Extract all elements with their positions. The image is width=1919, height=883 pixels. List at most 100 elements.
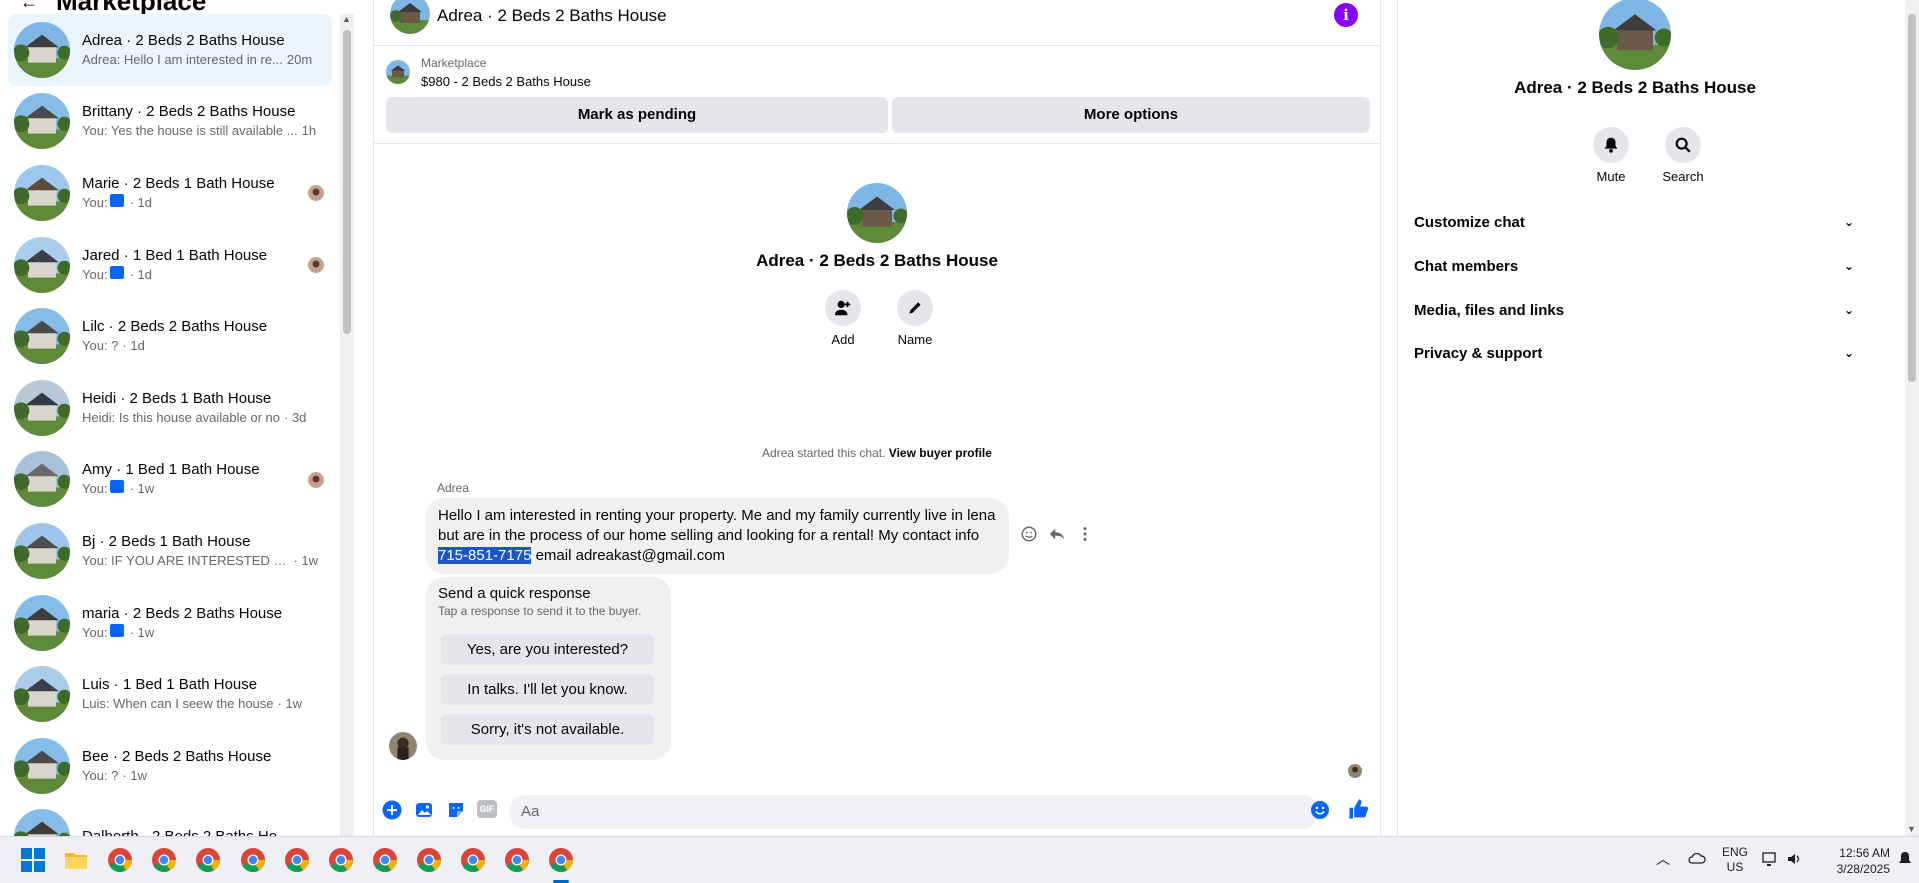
gif-icon[interactable]: GIF — [477, 800, 499, 820]
sticker-icon[interactable] — [446, 800, 466, 820]
chat-header-title[interactable]: Adrea · 2 Beds 2 Baths House — [437, 6, 667, 26]
conversation-item[interactable]: Jared · 1 Bed 1 Bath House You: · 1d — [8, 229, 332, 301]
scroll-down-icon[interactable]: ▼ — [1907, 824, 1916, 834]
quick-response-option[interactable]: Yes, are you interested? — [441, 634, 654, 665]
conversation-item[interactable]: Bj · 2 Beds 1 Bath House You: IF YOU ARE … — [8, 515, 332, 587]
clock[interactable]: 12:56 AM 3/28/2025 — [1820, 845, 1890, 877]
scroll-up-icon[interactable]: ▲ — [342, 14, 351, 24]
conversation-time: · 3d — [284, 409, 307, 425]
section-label: Customize chat — [1414, 213, 1525, 231]
listing-thumbnail[interactable] — [386, 60, 410, 84]
media-files-links-section[interactable]: Media, files and links ⌄ — [1414, 288, 1854, 332]
chrome-browser-icon[interactable] — [195, 847, 221, 873]
chat-members-section[interactable]: Chat members ⌄ — [1414, 244, 1854, 288]
conversation-item[interactable]: Lilc · 2 Beds 2 Baths House You: ? · 1d — [8, 300, 332, 372]
chrome-browser-icon[interactable] — [151, 847, 177, 873]
conversation-name: Dalberth · 2 Beds 2 Baths Ho... — [82, 827, 318, 836]
seen-avatar — [308, 185, 324, 202]
profile-name: Adrea · 2 Beds 2 Baths House — [756, 251, 998, 270]
chrome-browser-icon[interactable] — [504, 847, 530, 873]
conversation-name: Jared · 1 Bed 1 Bath House — [82, 246, 268, 264]
search-button[interactable]: Search — [1653, 127, 1713, 184]
conversation-text: Dalberth · 2 Beds 2 Baths Ho... — [82, 827, 318, 836]
windows-start-icon[interactable] — [20, 847, 46, 873]
conversation-item[interactable]: Dalberth · 2 Beds 2 Baths Ho... — [8, 802, 332, 836]
conversation-item[interactable]: Heidi · 2 Beds 1 Bath House Heidi: Is thi… — [8, 372, 332, 444]
conversation-item[interactable]: Marie · 2 Beds 1 Bath House You: · 1d — [8, 157, 332, 229]
name-chat-button[interactable]: Name — [885, 290, 945, 347]
chrome-browser-icon[interactable] — [460, 847, 486, 873]
chrome-browser-icon[interactable] — [284, 847, 310, 873]
message-phone[interactable]: 715-851-7175 — [438, 547, 532, 564]
conversation-preview: You: ? · 1w — [82, 767, 318, 785]
mark-as-pending-button[interactable]: Mark as pending — [386, 97, 888, 133]
view-buyer-profile-link[interactable]: View buyer profile — [889, 446, 992, 460]
conversation-avatar — [14, 379, 70, 436]
seen-avatar — [308, 471, 324, 488]
message-input[interactable]: Aa — [509, 795, 1319, 829]
listing-title[interactable]: $980 - 2 Beds 2 Baths House — [421, 74, 591, 89]
quick-response-option[interactable]: Sorry, it's not available. — [441, 714, 654, 745]
onedrive-icon[interactable] — [1688, 851, 1706, 868]
more-options-button[interactable]: More options — [892, 97, 1370, 133]
buyer-avatar[interactable] — [389, 732, 417, 760]
conversation-time: · 1d — [129, 266, 152, 282]
mute-button[interactable]: Mute — [1581, 127, 1641, 184]
emoji-icon[interactable] — [1310, 800, 1330, 820]
conversation-item[interactable]: maria · 2 Beds 2 Baths House You: · 1w — [8, 587, 332, 659]
details-avatar[interactable] — [1599, 0, 1671, 70]
add-member-button[interactable]: Add — [813, 290, 873, 347]
search-label: Search — [1662, 169, 1704, 184]
chrome-browser-icon[interactable] — [240, 847, 266, 873]
conversation-item[interactable]: Brittany · 2 Beds 2 Baths House You: Yes … — [8, 86, 332, 158]
file-explorer-icon[interactable] — [63, 847, 89, 873]
volume-icon[interactable] — [1786, 851, 1804, 870]
conversation-item[interactable]: Adrea · 2 Beds 2 Baths House Adrea: Hello… — [8, 14, 332, 86]
reply-icon[interactable] — [1048, 525, 1066, 548]
conversation-name: Heidi · 2 Beds 1 Bath House — [82, 389, 272, 407]
details-name: Adrea · 2 Beds 2 Baths House — [1514, 78, 1756, 97]
quick-response-subtitle: Tap a response to send it to the buyer. — [438, 604, 642, 618]
conversation-time: · 1d — [122, 338, 145, 354]
network-icon[interactable] — [1762, 851, 1780, 870]
conversation-item[interactable]: Luis · 1 Bed 1 Bath House Luis: When can … — [8, 658, 332, 730]
react-icon[interactable] — [1020, 525, 1038, 548]
message-composer: GIF Aa — [374, 790, 1380, 832]
conversation-preview-text: You: IF YOU ARE INTERESTED SEN... — [82, 552, 290, 568]
chevron-down-icon: ⌄ — [1843, 303, 1854, 317]
plus-icon[interactable] — [382, 800, 402, 820]
sidebar-scroll-thumb[interactable] — [343, 30, 351, 334]
customize-chat-section[interactable]: Customize chat ⌄ — [1414, 200, 1854, 244]
conversation-name: Brittany · 2 Beds 2 Baths House — [82, 103, 296, 121]
like-icon[interactable] — [1347, 797, 1371, 821]
conversation-preview: Adrea: Hello I am interested in re... 20m — [82, 51, 318, 69]
conversation-text: Heidi · 2 Beds 1 Bath House Heidi: Is thi… — [82, 389, 318, 427]
privacy-support-section[interactable]: Privacy & support ⌄ — [1414, 331, 1854, 375]
sidebar-scrollbar[interactable]: ▲ — [340, 14, 354, 836]
page-scrollbar[interactable]: ▼ — [1905, 0, 1919, 836]
page-scroll-thumb[interactable] — [1908, 14, 1916, 382]
profile-avatar[interactable] — [847, 183, 907, 243]
section-label: Media, files and links — [1414, 301, 1565, 319]
conversation-avatar — [14, 666, 70, 723]
notification-icon[interactable] — [1898, 851, 1912, 870]
conversation-item[interactable]: Bee · 2 Beds 2 Baths House You: ? · 1w — [8, 730, 332, 802]
more-vertical-icon[interactable] — [1076, 525, 1094, 548]
back-arrow-icon[interactable]: ← — [20, 0, 38, 13]
quick-response-option[interactable]: In talks. I'll let you know. — [441, 674, 654, 705]
photo-icon[interactable] — [414, 800, 434, 820]
conversation-item[interactable]: Amy · 1 Bed 1 Bath House You: · 1w — [8, 444, 332, 516]
conversation-text: Luis · 1 Bed 1 Bath House Luis: When can … — [82, 675, 318, 713]
chat-header-avatar[interactable] — [390, 0, 430, 34]
chrome-browser-icon[interactable] — [372, 847, 398, 873]
windows-taskbar: ︿ ENG US 12:56 AM 3/28/2025 — [0, 836, 1919, 883]
info-icon[interactable]: i — [1334, 3, 1358, 27]
conversation-avatar — [14, 308, 70, 365]
chrome-browser-icon[interactable] — [107, 847, 133, 873]
chrome-browser-icon[interactable] — [328, 847, 354, 873]
chrome-browser-icon[interactable] — [416, 847, 442, 873]
add-label: Add — [831, 332, 855, 347]
chrome-browser-icon[interactable] — [548, 847, 574, 873]
language-indicator[interactable]: ENG US — [1722, 845, 1748, 875]
tray-chevron-up-icon[interactable]: ︿ — [1656, 849, 1670, 869]
